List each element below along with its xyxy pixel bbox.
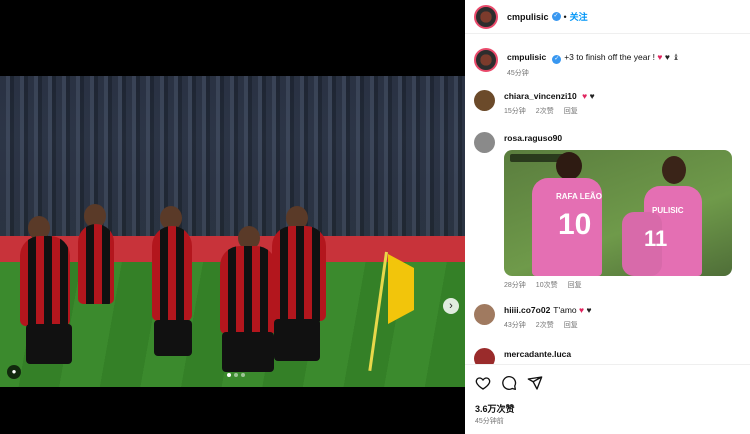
carousel-dot xyxy=(241,373,245,377)
comments-list[interactable]: cmpulisic ✓ +3 to finish off the year ! ♥ … xyxy=(465,44,750,364)
post-media[interactable]: › ● xyxy=(0,0,465,434)
chevron-right-icon: › xyxy=(449,300,453,312)
trophy-emoji: ♝ xyxy=(672,52,680,62)
follow-button[interactable]: 关注 xyxy=(570,10,588,23)
player-figure xyxy=(220,246,276,334)
post-viewer: › ● cmpulisic ✓ • 关注 cmpulisic ✓ +3 to fin… xyxy=(0,0,750,434)
player-figure xyxy=(20,236,70,326)
comment-username[interactable]: hiiii.co7o02 xyxy=(504,305,550,315)
jersey-number: 10 xyxy=(558,208,592,241)
post-time: 45分钟前 xyxy=(475,418,504,425)
comment-time: 15分钟 xyxy=(504,108,526,115)
carousel-dot xyxy=(234,373,238,377)
avatar[interactable] xyxy=(474,348,495,364)
jersey-name: RAFA LEÃO xyxy=(556,192,602,201)
reply-button[interactable]: 回复 xyxy=(564,320,578,330)
comment-time: 43分钟 xyxy=(504,322,526,329)
post-photo[interactable]: › xyxy=(0,76,465,387)
comment-likes[interactable]: 2次赞 xyxy=(536,106,554,116)
comment-username[interactable]: chiara_vincenzi10 xyxy=(504,91,577,101)
share-icon[interactable] xyxy=(527,375,543,391)
black-heart-emoji: ♥ xyxy=(586,305,592,315)
avatar[interactable] xyxy=(474,4,498,29)
jersey-name: PULISIC xyxy=(652,206,684,215)
comment-username[interactable]: mercadante.luca xyxy=(504,349,571,359)
post-header: cmpulisic ✓ • 关注 xyxy=(465,0,750,34)
caption-text: +3 to finish off the year ! xyxy=(564,52,656,62)
red-heart-emoji: ♥ xyxy=(579,305,585,315)
player-shorts xyxy=(26,324,72,364)
black-heart-emoji: ♥ xyxy=(589,91,595,101)
user-tag-icon[interactable]: ● xyxy=(7,365,21,379)
black-heart-emoji: ♥ xyxy=(664,52,670,62)
action-bar: 3.6万次赞 45分钟前 xyxy=(465,364,750,434)
verified-icon: ✓ xyxy=(552,55,562,64)
comment-icon[interactable] xyxy=(501,375,517,391)
player-figure xyxy=(78,224,114,304)
comment-likes[interactable]: 10次赞 xyxy=(536,280,558,290)
player-shorts xyxy=(154,320,192,356)
player-shorts xyxy=(274,319,320,361)
player-figure xyxy=(272,226,326,321)
avatar[interactable] xyxy=(474,90,495,111)
stadium-stands xyxy=(0,76,465,236)
reply-button[interactable]: 回复 xyxy=(568,280,582,290)
player-shorts xyxy=(222,332,274,372)
comment-text: T'amo xyxy=(553,305,577,315)
reply-button[interactable]: 回复 xyxy=(564,106,578,116)
avatar[interactable] xyxy=(474,304,495,325)
caption: cmpulisic ✓ +3 to finish off the year ! ♥ … xyxy=(474,48,680,78)
like-count[interactable]: 3.6万次赞 xyxy=(475,402,515,415)
red-heart-emoji: ♥ xyxy=(582,91,588,101)
player-head xyxy=(556,152,582,180)
heart-icon[interactable] xyxy=(475,375,491,391)
comment-item: hiiii.co7o02 T'amo ♥ ♥ 43分钟 2次赞 回复 xyxy=(474,304,592,330)
comment-item: chiara_vincenzi10 ♥ ♥ 15分钟 2次赞 回复 xyxy=(474,90,595,116)
comment-username[interactable]: rosa.raguso90 xyxy=(504,133,562,143)
comment-image[interactable]: RAFA LEÃO 10 PULISIC 11 xyxy=(504,150,732,276)
username-link[interactable]: cmpulisic xyxy=(507,12,549,22)
next-photo-button[interactable]: › xyxy=(443,298,459,314)
avatar[interactable] xyxy=(474,132,495,153)
comment-time: 28分钟 xyxy=(504,282,526,289)
carousel-dot xyxy=(227,373,231,377)
red-heart-emoji: ♥ xyxy=(657,52,663,62)
jersey-number: 11 xyxy=(644,226,668,251)
avatar[interactable] xyxy=(474,48,498,72)
post-sidebar: cmpulisic ✓ • 关注 cmpulisic ✓ +3 to finish … xyxy=(465,0,750,434)
carousel-dots xyxy=(227,373,245,377)
player-figure xyxy=(152,226,192,321)
separator: • xyxy=(563,11,567,22)
caption-username[interactable]: cmpulisic xyxy=(507,52,546,62)
verified-icon: ✓ xyxy=(551,12,561,21)
comment-likes[interactable]: 2次赞 xyxy=(536,320,554,330)
player-head xyxy=(662,156,686,184)
caption-time: 45分钟 xyxy=(507,70,529,77)
comment-item: mercadante.luca xyxy=(474,348,574,364)
comment-item: rosa.raguso90 RAFA LEÃO 10 PULISIC 11 28… xyxy=(474,132,732,290)
